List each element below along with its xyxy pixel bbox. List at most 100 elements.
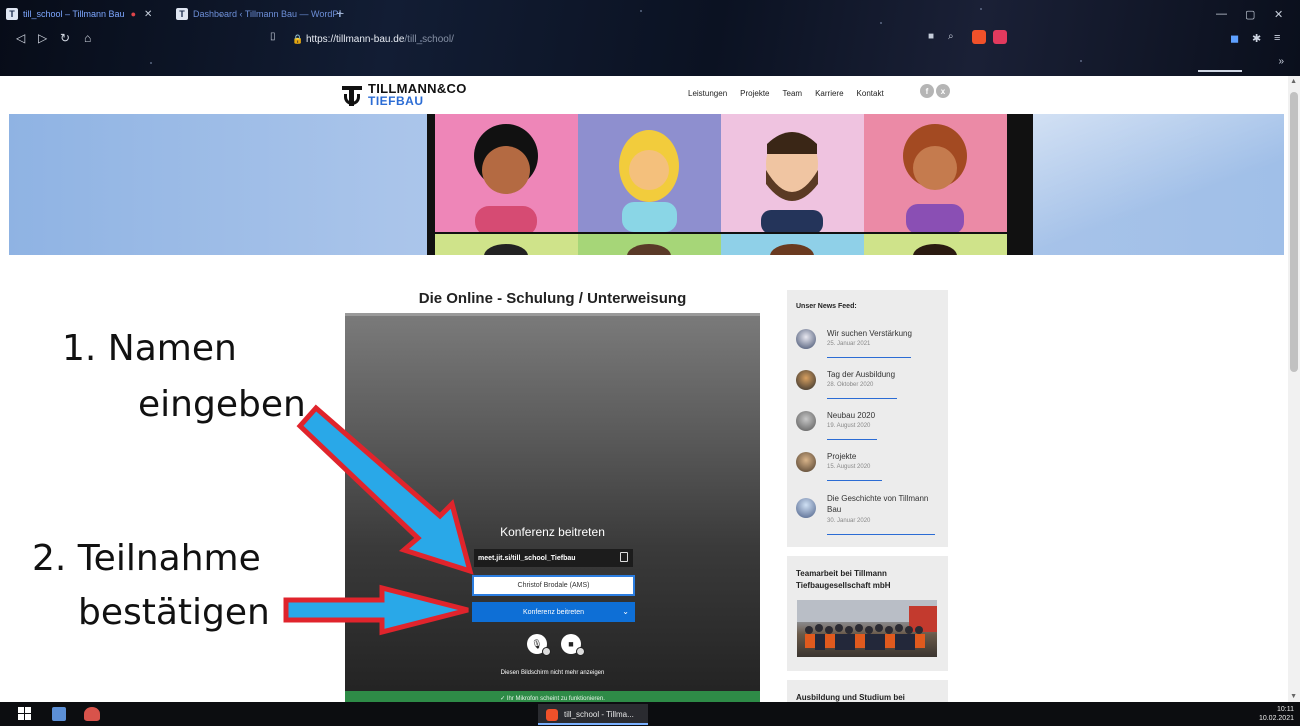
browser-chrome: T till_school – Tillmann Bau ● ✕ T Dashb… (0, 0, 1300, 76)
windows-start-icon[interactable] (18, 707, 31, 720)
tab-till-school[interactable]: T till_school – Tillmann Bau ● ✕ (6, 6, 152, 22)
windows-taskbar: till_school - Tillma... 10:11 10.02.2021 (0, 702, 1300, 726)
brave-icon (546, 708, 558, 721)
scroll-down-icon[interactable]: ▼ (1290, 693, 1297, 700)
app-pin-icon[interactable] (84, 707, 100, 721)
menu-item-karriere[interactable]: Karriere (815, 89, 843, 98)
brave-shield-icon[interactable] (972, 30, 986, 44)
news-thumbnail (796, 411, 816, 431)
news-heading: Unser News Feed: (796, 303, 857, 310)
clock-time: 10:11 (1277, 706, 1294, 713)
news-title[interactable]: Die Geschichte von Tillmann Bau (827, 493, 942, 515)
tillmann-favicon-icon: T (176, 8, 188, 20)
training-card-title: Ausbildung und Studium bei Tillmann (796, 693, 905, 702)
recording-dot-icon: ● (130, 9, 136, 19)
team-photo[interactable] (797, 600, 937, 657)
camera-icon[interactable]: ■ (928, 31, 934, 42)
menu-item-leistungen[interactable]: Leistungen (688, 89, 727, 98)
tillmann-favicon-icon: T (6, 8, 18, 20)
lock-icon: 🔒 (292, 33, 304, 44)
new-tab-icon[interactable]: + (336, 5, 344, 21)
minimize-icon[interactable]: — (1216, 8, 1227, 20)
main-menu: Leistungen Projekte Team Karriere Kontak… (688, 89, 884, 98)
tab-dashboard[interactable]: T Dashboard ‹ Tillmann Bau — WordPr (176, 6, 341, 22)
news-title[interactable]: Neubau 2020 (827, 410, 942, 421)
maximize-icon[interactable]: ▢ (1245, 8, 1255, 21)
menu-item-kontakt[interactable]: Kontakt (857, 89, 884, 98)
join-button-label: Konferenz beitreten (522, 608, 585, 616)
team-card: Teamarbeit bei Tillmann Tiefbaugesellsch… (787, 556, 948, 671)
news-thumbnail (796, 370, 816, 390)
news-date: 19. August 2020 (827, 423, 871, 429)
address-bar[interactable]: 🔒 https://tillmann-bau.de/till_school/ (270, 30, 1030, 48)
camera-toggle-icon[interactable]: ■ (561, 634, 585, 656)
web-page: TILLMANN&CO TIEFBAU Leistungen Projekte … (0, 76, 1288, 702)
reload-icon[interactable]: ↻ (60, 31, 70, 45)
chevron-down-icon[interactable]: ⌄ (622, 607, 629, 616)
file-explorer-icon[interactable] (52, 707, 66, 721)
taskbar-app-label: till_school - Tillma... (564, 710, 634, 719)
step2-line2: bestätigen (78, 592, 270, 633)
close-window-icon[interactable]: ✕ (1274, 8, 1283, 21)
news-date: 15. August 2020 (827, 464, 871, 470)
menu-icon[interactable]: ≡ (1274, 32, 1280, 44)
hero-banner (9, 114, 1284, 255)
news-title[interactable]: Tag der Ausbildung (827, 369, 942, 380)
zoom-icon[interactable]: ⌕ (948, 31, 954, 42)
news-title[interactable]: Wir suchen Verstärkung (827, 328, 942, 339)
bookmarks-bar: » (0, 52, 1300, 74)
translate-icon[interactable]: ◼ (1230, 32, 1239, 45)
name-input[interactable]: Christof Brodale (AMS) (472, 575, 635, 596)
clock-date: 10.02.2021 (1258, 715, 1294, 722)
room-url: meet.jit.si/till_school_Tiefbau (474, 549, 633, 567)
tab-title: Dashboard ‹ Tillmann Bau — WordPr (193, 9, 342, 19)
news-title[interactable]: Projekte (827, 451, 942, 462)
news-date: 28. Oktober 2020 (827, 382, 874, 388)
extensions-icon[interactable]: ✱ (1252, 32, 1261, 45)
news-date: 25. Januar 2021 (827, 341, 871, 347)
step1-line2: eingeben (138, 384, 306, 425)
menu-item-team[interactable]: Team (783, 89, 803, 98)
brave-rewards-icon[interactable] (993, 30, 1007, 44)
navigation-bar: ◁ ▷ ↻ ⌂ ▯ 🔒 https://tillmann-bau.de/till… (0, 28, 1300, 50)
close-tab-icon[interactable]: ✕ (144, 9, 152, 20)
xing-icon[interactable]: x (936, 84, 950, 98)
copy-icon[interactable] (620, 552, 628, 562)
scroll-up-icon[interactable]: ▲ (1290, 78, 1297, 85)
join-title: Konferenz beitreten (500, 525, 605, 539)
url-path: /till_school/ (404, 33, 454, 45)
scrollbar-thumb[interactable] (1290, 92, 1298, 372)
sidebar: Unser News Feed: Wir suchen Verstärkung … (787, 290, 948, 702)
more-bookmarks-icon[interactable]: » (1278, 56, 1284, 67)
tab-title: till_school – Tillmann Bau (23, 9, 125, 19)
mic-status-bar: ✓ Ihr Mikrofon scheint zu funktionieren. (345, 691, 760, 702)
name-input-value: Christof Brodale (AMS) (517, 582, 590, 589)
home-icon[interactable]: ⌂ (84, 31, 91, 45)
taskbar-browser-app[interactable]: till_school - Tillma... (538, 704, 648, 725)
microphone-icon[interactable]: 🎙 (527, 634, 551, 656)
screen: T till_school – Tillmann Bau ● ✕ T Dashb… (0, 0, 1300, 726)
tillmann-logo[interactable]: TILLMANN&CO TIEFBAU (340, 82, 467, 107)
training-card: Ausbildung und Studium bei Tillmann (787, 680, 948, 702)
join-conference-button[interactable]: Konferenz beitreten ⌄ (472, 602, 635, 622)
news-feed-card: Unser News Feed: Wir suchen Verstärkung … (787, 290, 948, 547)
step2-line1: 2. Teilnahme (32, 538, 261, 579)
system-clock[interactable]: 10:11 10.02.2021 (1259, 705, 1294, 723)
back-icon[interactable]: ◁ (16, 31, 25, 45)
news-thumbnail (796, 498, 816, 518)
forward-icon[interactable]: ▷ (38, 31, 47, 45)
news-thumbnail (796, 452, 816, 472)
room-url-text: meet.jit.si/till_school_Tiefbau (478, 554, 576, 562)
news-thumbnail (796, 329, 816, 349)
jitsi-meeting-embed: Konferenz beitreten meet.jit.si/till_sch… (345, 313, 760, 702)
facebook-icon[interactable]: f (920, 84, 934, 98)
team-card-title: Teamarbeit bei Tillmann Tiefbaugesellsch… (796, 569, 891, 590)
news-date: 30. Januar 2020 (827, 518, 871, 524)
section-title: Die Online - Schulung / Unterweisung (418, 290, 687, 307)
tab-strip: T till_school – Tillmann Bau ● ✕ T Dashb… (0, 0, 1300, 26)
video-call-illustration (427, 114, 1033, 255)
url-host: https://tillmann-bau.de (306, 33, 405, 45)
dont-show-again[interactable]: Diesen Bildschirm nicht mehr anzeigen (345, 670, 760, 676)
step1-line1: 1. Namen (62, 328, 237, 369)
menu-item-projekte[interactable]: Projekte (740, 89, 769, 98)
